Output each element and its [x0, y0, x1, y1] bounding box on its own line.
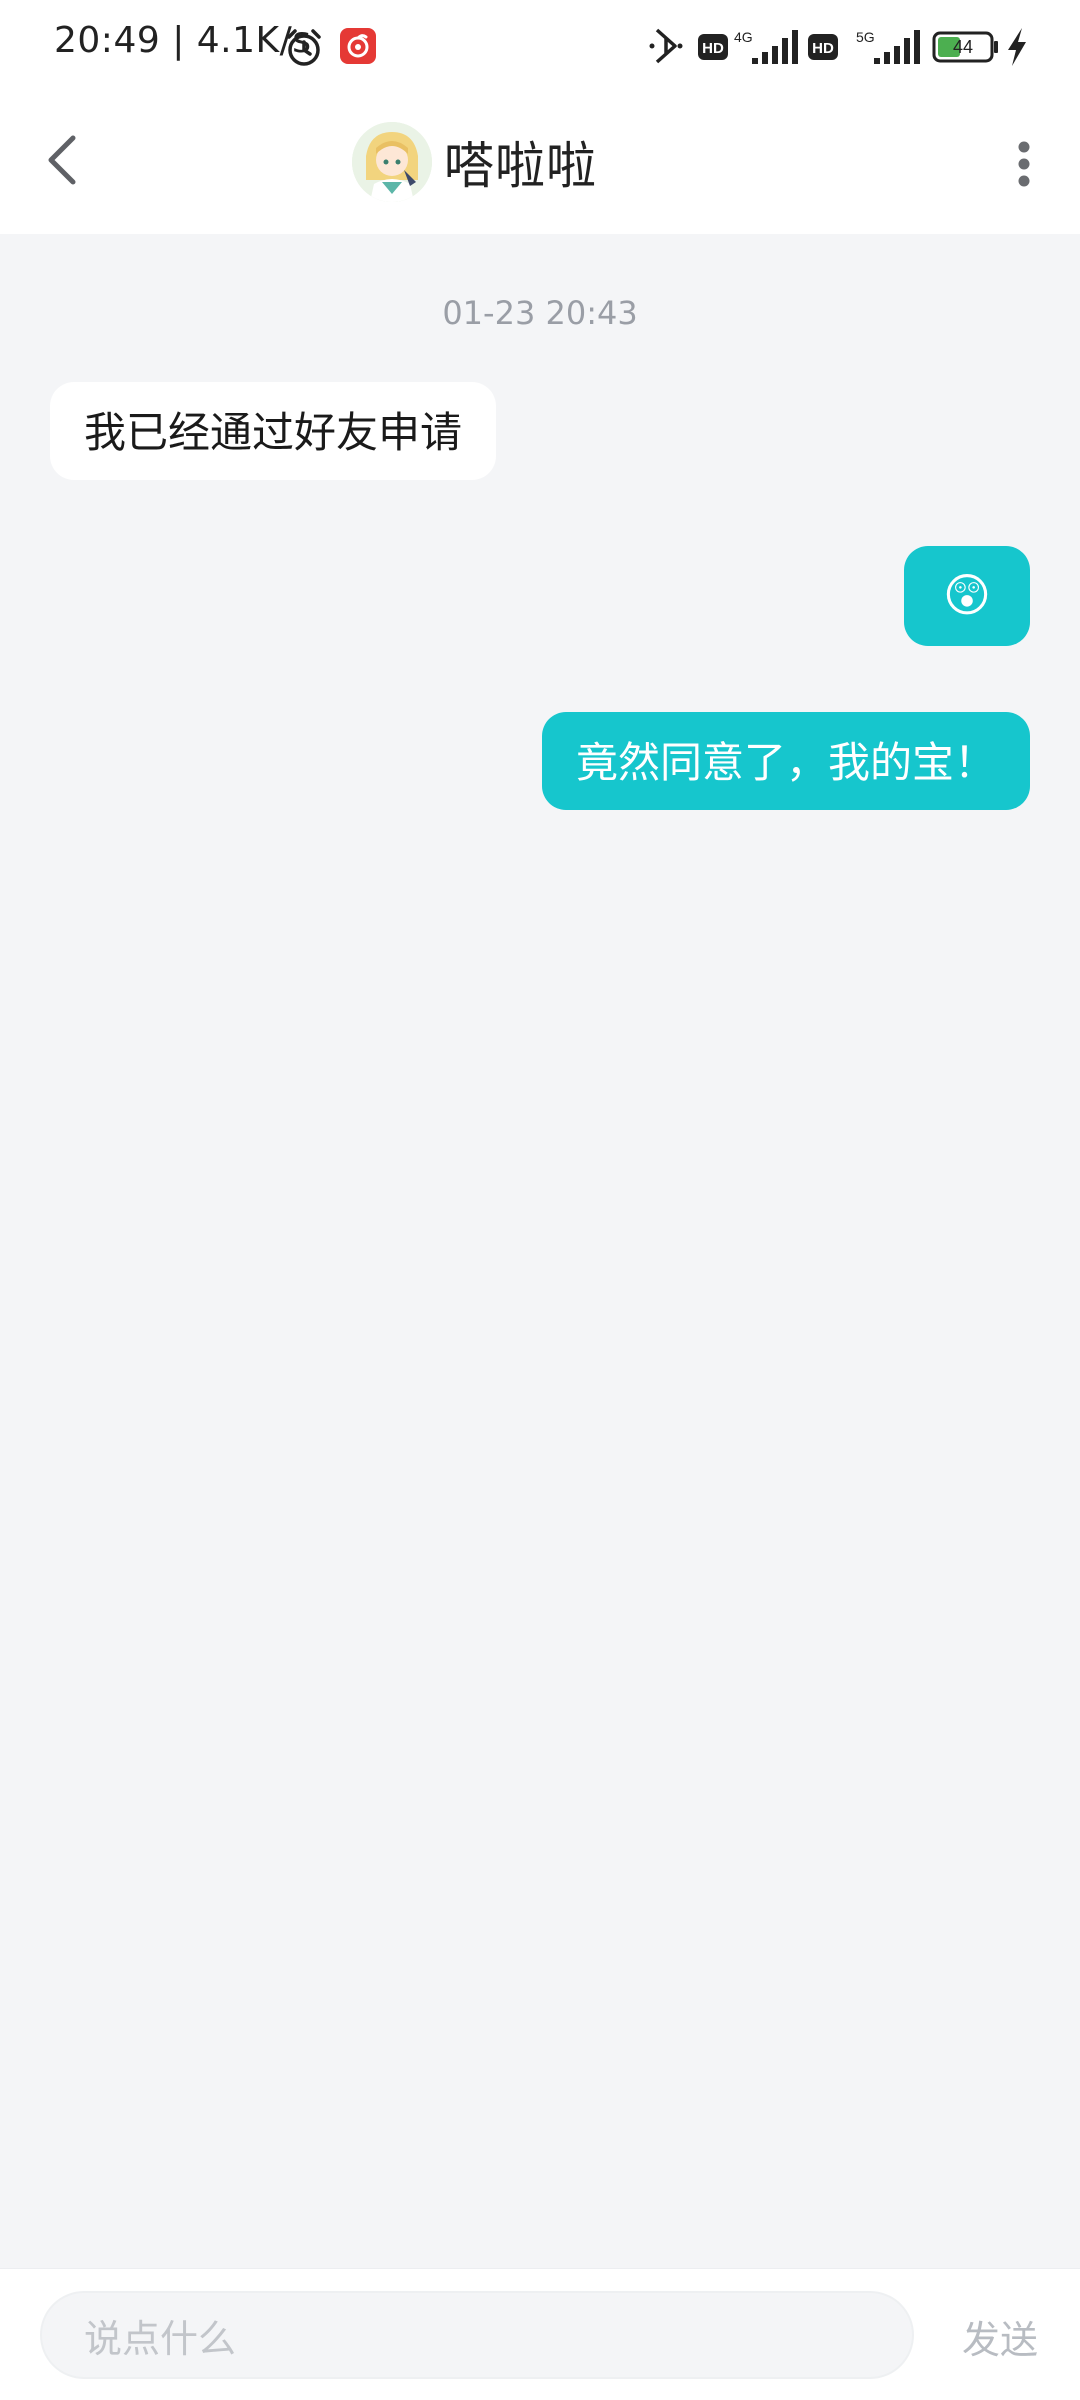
- avatar[interactable]: [350, 120, 434, 204]
- status-bar: 20:49 | 4.1K/s HD 4G HD 5G 44: [0, 0, 1080, 96]
- chevron-left-icon: [48, 135, 76, 185]
- message-text: 我已经通过好友申请: [84, 408, 463, 457]
- message-bubble-outgoing[interactable]: 竟然同意了，我的宝！: [541, 712, 1030, 810]
- astonished-face-emoji: 😲: [943, 568, 991, 623]
- input-bar: 说点什么 发送: [0, 2268, 1080, 2400]
- message-bubble-incoming[interactable]: 我已经通过好友申请: [50, 382, 497, 480]
- send-button[interactable]: 发送: [962, 2309, 1038, 2364]
- input-placeholder: 说点什么: [84, 2316, 237, 2361]
- chat-message-list[interactable]: 01-23 20:43 我已经通过好友申请 😲 竟然同意了，我的宝！: [0, 234, 1080, 2268]
- chat-header: 嗒啦啦: [0, 96, 1080, 234]
- charging-icon: [1008, 28, 1026, 66]
- hd-icon: HD: [698, 34, 728, 60]
- status-icons-right: HD 4G HD 5G 44: [649, 28, 1026, 66]
- signal-4g-icon: 4G: [734, 29, 798, 64]
- back-button[interactable]: [34, 124, 90, 196]
- svg-text:HD: HD: [812, 40, 834, 57]
- hd-icon: HD: [808, 34, 838, 60]
- avatar-image: [352, 122, 432, 202]
- chat-title: 嗒啦啦: [444, 137, 597, 195]
- message-timestamp: 01-23 20:43: [442, 294, 638, 332]
- svg-text:HD: HD: [702, 40, 724, 57]
- signal-5g-icon: 5G: [856, 29, 920, 64]
- more-vertical-icon: [1018, 141, 1030, 187]
- message-input[interactable]: 说点什么: [40, 2291, 914, 2379]
- message-bubble-outgoing[interactable]: 😲: [904, 546, 1030, 646]
- bluetooth-icon: [649, 28, 683, 64]
- more-options-button[interactable]: [1008, 126, 1040, 202]
- battery-icon: 44: [932, 31, 998, 63]
- message-text: 竟然同意了，我的宝！: [575, 738, 996, 787]
- svg-text:5G: 5G: [856, 29, 875, 45]
- svg-text:4G: 4G: [734, 29, 753, 45]
- svg-text:44: 44: [953, 37, 973, 57]
- chat-title-area[interactable]: 嗒啦啦: [350, 112, 597, 212]
